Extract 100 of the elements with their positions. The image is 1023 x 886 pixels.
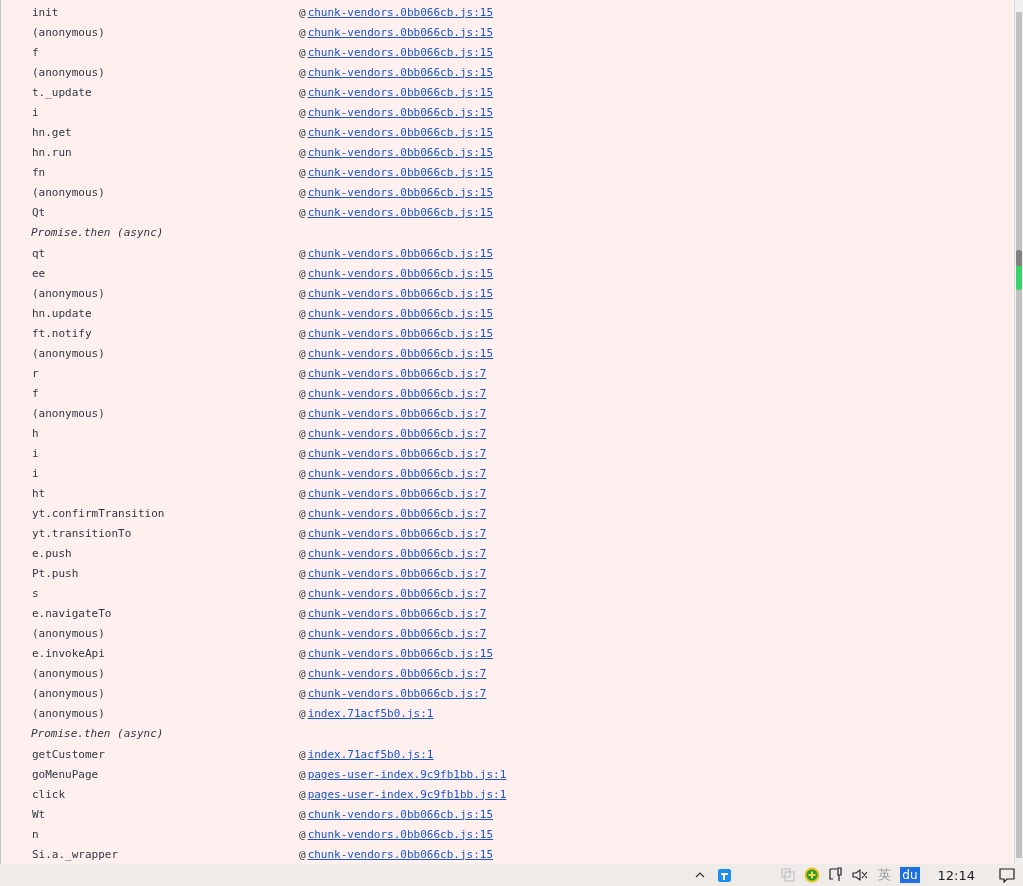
function-name: e.push <box>31 546 73 560</box>
source-link[interactable]: chunk-vendors.0bb066cb.js:15 <box>307 827 494 841</box>
at-sign: @ <box>299 85 306 99</box>
at-sign: @ <box>299 286 306 300</box>
source-link[interactable]: chunk-vendors.0bb066cb.js:15 <box>307 105 494 119</box>
at-sign: @ <box>299 125 306 139</box>
source-link[interactable]: chunk-vendors.0bb066cb.js:7 <box>307 466 487 480</box>
source-link[interactable]: chunk-vendors.0bb066cb.js:7 <box>307 546 487 560</box>
function-name: t._update <box>31 85 93 99</box>
at-sign: @ <box>299 366 306 380</box>
source-link[interactable]: chunk-vendors.0bb066cb.js:7 <box>307 586 487 600</box>
source-link[interactable]: chunk-vendors.0bb066cb.js:15 <box>307 246 494 260</box>
source-link[interactable]: chunk-vendors.0bb066cb.js:15 <box>307 326 494 340</box>
device-icon[interactable] <box>829 867 844 883</box>
notification-icon[interactable] <box>999 867 1015 883</box>
source-link[interactable]: chunk-vendors.0bb066cb.js:15 <box>307 125 494 139</box>
source-link[interactable]: chunk-vendors.0bb066cb.js:15 <box>307 65 494 79</box>
source-link[interactable]: chunk-vendors.0bb066cb.js:15 <box>307 286 494 300</box>
function-name: qt <box>31 246 47 260</box>
at-sign: @ <box>299 666 306 680</box>
async-boundary-label: Promise.then (async) <box>30 226 165 239</box>
function-name: ht <box>31 486 47 500</box>
at-sign: @ <box>299 787 306 801</box>
source-link[interactable]: chunk-vendors.0bb066cb.js:7 <box>307 666 487 680</box>
source-link[interactable]: chunk-vendors.0bb066cb.js:15 <box>307 85 494 99</box>
app-icon[interactable] <box>717 868 731 882</box>
source-link[interactable]: chunk-vendors.0bb066cb.js:15 <box>307 266 494 280</box>
source-link[interactable]: chunk-vendors.0bb066cb.js:7 <box>307 486 487 500</box>
source-link[interactable]: chunk-vendors.0bb066cb.js:7 <box>307 506 487 520</box>
at-sign: @ <box>299 65 306 79</box>
at-sign: @ <box>299 847 306 861</box>
function-name: init <box>31 5 60 19</box>
at-sign: @ <box>299 205 306 219</box>
source-link[interactable]: chunk-vendors.0bb066cb.js:15 <box>307 205 494 219</box>
source-link[interactable]: chunk-vendors.0bb066cb.js:7 <box>307 426 487 440</box>
baidu-input-badge[interactable]: du <box>900 867 920 883</box>
source-link[interactable]: chunk-vendors.0bb066cb.js:7 <box>307 406 487 420</box>
source-link[interactable]: chunk-vendors.0bb066cb.js:15 <box>307 5 494 19</box>
at-sign: @ <box>299 686 306 700</box>
at-sign: @ <box>299 266 306 280</box>
source-link[interactable]: chunk-vendors.0bb066cb.js:15 <box>307 45 494 59</box>
source-link[interactable]: chunk-vendors.0bb066cb.js:15 <box>307 25 494 39</box>
function-name: hn.get <box>31 125 73 139</box>
source-link[interactable]: chunk-vendors.0bb066cb.js:15 <box>307 847 494 861</box>
source-link[interactable]: chunk-vendors.0bb066cb.js:15 <box>307 145 494 159</box>
source-link[interactable]: chunk-vendors.0bb066cb.js:7 <box>307 526 487 540</box>
source-link[interactable]: chunk-vendors.0bb066cb.js:7 <box>307 686 487 700</box>
source-link[interactable]: chunk-vendors.0bb066cb.js:15 <box>307 807 494 821</box>
at-sign: @ <box>299 165 306 179</box>
source-link[interactable]: chunk-vendors.0bb066cb.js:15 <box>307 165 494 179</box>
at-sign: @ <box>299 486 306 500</box>
speaker-muted-icon[interactable] <box>852 868 869 882</box>
at-sign: @ <box>299 25 306 39</box>
function-name: Si.a._wrapper <box>31 847 120 861</box>
source-link[interactable]: chunk-vendors.0bb066cb.js:7 <box>307 606 487 620</box>
source-link[interactable]: chunk-vendors.0bb066cb.js:7 <box>307 366 487 380</box>
source-link[interactable]: chunk-vendors.0bb066cb.js:7 <box>307 446 487 460</box>
at-sign: @ <box>299 185 306 199</box>
function-name: i <box>31 466 40 480</box>
at-sign: @ <box>299 246 306 260</box>
at-sign: @ <box>299 747 306 761</box>
function-name: n <box>31 827 40 841</box>
function-name: i <box>31 105 40 119</box>
at-sign: @ <box>299 526 306 540</box>
function-name: hn.update <box>31 306 93 320</box>
source-link[interactable]: index.71acf5b0.js:1 <box>307 747 434 761</box>
source-link[interactable]: chunk-vendors.0bb066cb.js:7 <box>307 566 487 580</box>
at-sign: @ <box>299 827 306 841</box>
function-name: goMenuPage <box>31 767 100 781</box>
at-sign: @ <box>299 5 306 19</box>
at-sign: @ <box>299 466 306 480</box>
function-name: yt.confirmTransition <box>31 506 166 520</box>
source-link[interactable]: chunk-vendors.0bb066cb.js:15 <box>307 306 494 320</box>
source-link[interactable]: chunk-vendors.0bb066cb.js:15 <box>307 646 494 660</box>
at-sign: @ <box>299 546 306 560</box>
function-name: hn.run <box>31 145 73 159</box>
at-sign: @ <box>299 105 306 119</box>
function-name: e.navigateTo <box>31 606 113 620</box>
function-name: (anonymous) <box>31 65 106 79</box>
source-link[interactable]: chunk-vendors.0bb066cb.js:15 <box>307 185 494 199</box>
function-name: (anonymous) <box>31 346 106 360</box>
at-sign: @ <box>299 306 306 320</box>
at-sign: @ <box>299 426 306 440</box>
source-link[interactable]: chunk-vendors.0bb066cb.js:7 <box>307 626 487 640</box>
source-link[interactable]: index.71acf5b0.js:1 <box>307 706 434 720</box>
caret-icon[interactable] <box>695 872 706 878</box>
function-name: (anonymous) <box>31 706 106 720</box>
scrollbar[interactable] <box>1014 0 1023 864</box>
source-link[interactable]: chunk-vendors.0bb066cb.js:7 <box>307 386 487 400</box>
function-name: getCustomer <box>31 747 106 761</box>
source-link[interactable]: pages-user-index.9c9fb1bb.js:1 <box>307 787 507 801</box>
plus-circle-icon[interactable] <box>804 867 821 883</box>
source-link[interactable]: chunk-vendors.0bb066cb.js:15 <box>307 346 494 360</box>
function-name: h <box>31 426 40 440</box>
source-link[interactable]: pages-user-index.9c9fb1bb.js:1 <box>307 767 507 781</box>
function-name: s <box>31 586 40 600</box>
clock[interactable]: 12:14 <box>937 867 975 883</box>
at-sign: @ <box>299 767 306 781</box>
function-name: (anonymous) <box>31 666 106 680</box>
at-sign: @ <box>299 346 306 360</box>
